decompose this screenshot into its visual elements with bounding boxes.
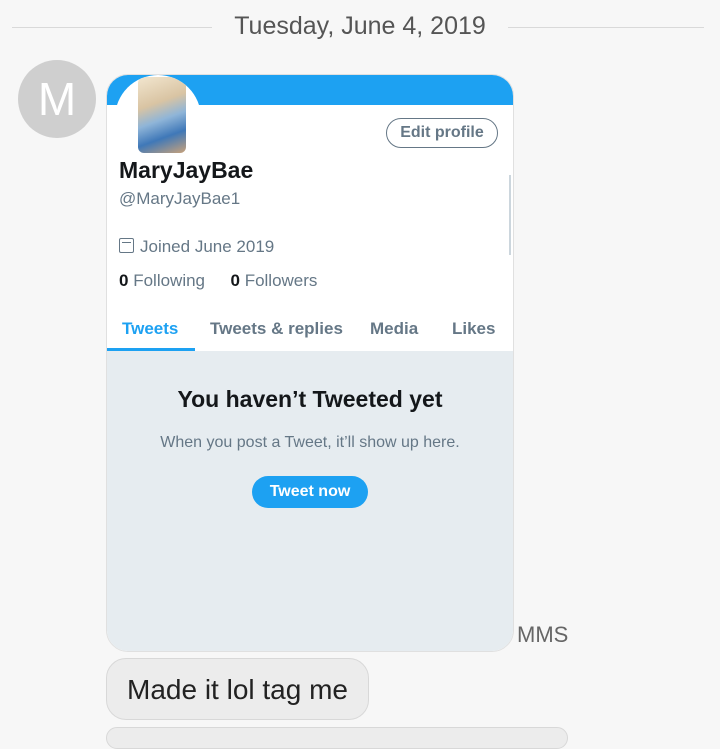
followers-label: Followers — [244, 271, 318, 290]
divider-right — [508, 27, 704, 28]
tab-tweets-replies: Tweets & replies — [210, 319, 343, 338]
sender-avatar[interactable]: M — [18, 60, 96, 138]
empty-state-subtitle: When you post a Tweet, it’ll show up her… — [160, 434, 460, 451]
tab-tweets: Tweets — [122, 319, 179, 338]
mms-label: MMS — [517, 622, 569, 647]
scrollbar — [509, 175, 511, 255]
empty-state-title: You haven’t Tweeted yet — [177, 386, 443, 412]
empty-state: You haven’t Tweeted yet When you post a … — [107, 352, 513, 651]
date-separator: Tuesday, June 4, 2019 — [0, 8, 720, 48]
date-label: Tuesday, June 4, 2019 — [234, 12, 486, 40]
next-message-bubble[interactable] — [106, 727, 568, 749]
following-count: 0 — [119, 271, 129, 290]
divider-left — [12, 27, 212, 28]
following-label: Following — [133, 271, 206, 290]
profile-name: MaryJayBae — [119, 157, 254, 183]
tab-likes: Likes — [452, 319, 496, 338]
edit-profile-button: Edit profile — [386, 118, 498, 148]
active-tab-indicator — [107, 348, 195, 351]
mms-image-attachment[interactable]: Edit profile MaryJayBae @MaryJayBae1 Joi… — [106, 74, 514, 652]
profile-handle: @MaryJayBae1 — [119, 189, 241, 208]
tab-media: Media — [370, 319, 419, 338]
profile-photo-image — [138, 77, 186, 153]
followers-count: 0 — [230, 271, 240, 290]
joined-text: Joined June 2019 — [140, 237, 275, 256]
tweet-now-button: Tweet now — [252, 476, 368, 508]
calendar-icon — [119, 238, 134, 253]
message-bubble[interactable]: Made it lol tag me — [106, 658, 369, 720]
follow-stats: 0 Following 0 Followers — [119, 271, 317, 291]
profile-tabs: Tweets Tweets & replies Media Likes — [107, 311, 513, 352]
joined-date: Joined June 2019 — [119, 237, 274, 257]
profile-photo — [115, 75, 201, 161]
